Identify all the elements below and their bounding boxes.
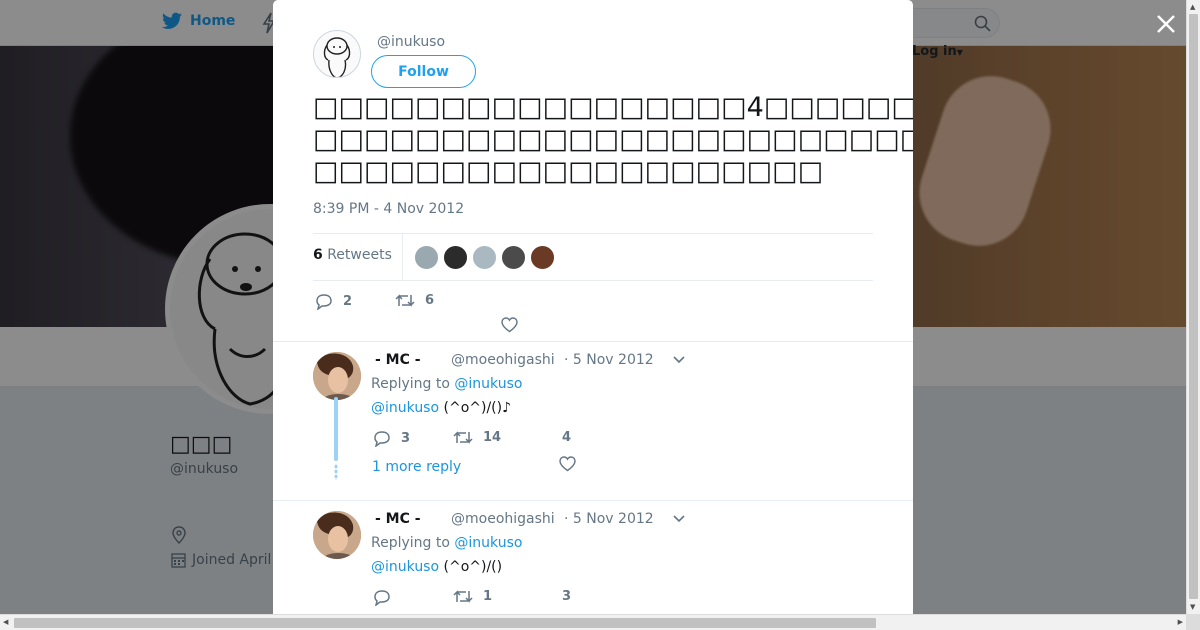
- person-photo-icon: [313, 352, 361, 400]
- replying-to-link[interactable]: @inukuso: [454, 535, 522, 551]
- reply-text: @inukuso (^o^)/()♪: [371, 400, 511, 416]
- dog-drawing-icon: [323, 37, 351, 77]
- tweet-text-line: □□□□□□□□□□□□□□□□□□□□: [313, 156, 824, 187]
- retweeter-avatar[interactable]: [472, 245, 497, 270]
- retweeter-avatar[interactable]: [414, 245, 439, 270]
- tweet-text-line: □□□□□□□□□□□□□□□□□4□□□□□□□□□□□□□□□□□□□□□□…: [313, 92, 913, 123]
- tweet-text: □□□□□□□□□□□□□□□□□4□□□□□□ □□□□□□□□□□□□□□□□…: [313, 92, 913, 188]
- retweeter-avatar[interactable]: [501, 245, 526, 270]
- vertical-scrollbar[interactable]: ▲ ▼: [1186, 0, 1200, 614]
- replying-prefix: Replying to: [371, 535, 450, 551]
- like-count: 4: [562, 430, 572, 445]
- reply-icon: [374, 590, 390, 606]
- divider: [273, 500, 913, 501]
- retweet-icon: [453, 431, 473, 444]
- reply-author-name[interactable]: - MC -: [375, 352, 421, 368]
- reply-body: (^o^)/(): [443, 559, 503, 575]
- scroll-down-arrow-icon[interactable]: ▼: [1190, 603, 1195, 611]
- follow-button[interactable]: Follow: [371, 55, 476, 88]
- thread-line: [334, 397, 338, 461]
- mention-link[interactable]: @inukuso: [371, 400, 439, 416]
- reply-text: @inukuso (^o^)/(): [371, 559, 502, 575]
- retweet-icon: [453, 590, 473, 603]
- divider: [273, 341, 913, 342]
- retweet-action[interactable]: 6: [395, 293, 434, 308]
- reply-date[interactable]: · 5 Nov 2012: [564, 511, 654, 527]
- retweet-action[interactable]: 14: [453, 430, 501, 445]
- retweet-icon: [395, 294, 415, 307]
- chevron-down-icon[interactable]: [672, 513, 686, 523]
- chevron-down-icon[interactable]: [672, 354, 686, 364]
- thread-dots: [334, 464, 338, 480]
- like-count-wrap[interactable]: 3: [562, 589, 571, 604]
- reply-icon: [374, 431, 390, 447]
- retweet-count: 1: [483, 589, 493, 604]
- retweets-label: Retweets: [327, 247, 392, 263]
- tweet-timestamp[interactable]: 8:39 PM - 4 Nov 2012: [313, 201, 464, 217]
- replying-to: Replying to @inukuso: [371, 376, 522, 392]
- reply-action[interactable]: 3: [373, 430, 410, 447]
- retweeter-avatar[interactable]: [530, 245, 555, 270]
- person-photo-icon: [313, 511, 361, 559]
- retweeter-avatars: [414, 245, 555, 270]
- reply-icon: [316, 294, 332, 310]
- like-count-wrap[interactable]: 4: [562, 430, 571, 445]
- author-avatar[interactable]: [313, 30, 361, 78]
- reply-count: 2: [343, 294, 353, 309]
- reply-avatar[interactable]: [313, 352, 361, 400]
- reply-author-handle[interactable]: @moeohigashi: [451, 511, 555, 527]
- reply-author-name[interactable]: - MC -: [375, 511, 421, 527]
- reply-count: 3: [401, 431, 411, 446]
- login-label: Log in: [912, 44, 957, 59]
- login-dropdown[interactable]: Log in▼: [912, 44, 963, 59]
- scroll-up-arrow-icon[interactable]: ▲: [1190, 3, 1195, 11]
- reply-avatar[interactable]: [313, 511, 361, 559]
- author-handle[interactable]: @inukuso: [377, 34, 445, 50]
- retweet-action[interactable]: 1: [453, 589, 492, 604]
- horizontal-scroll-thumb[interactable]: [14, 618, 876, 628]
- reply-actions: 1 3: [371, 583, 851, 614]
- like-count: 3: [562, 589, 572, 604]
- more-replies-link[interactable]: 1 more reply: [372, 459, 461, 475]
- reply-date[interactable]: · 5 Nov 2012: [564, 352, 654, 368]
- scroll-right-arrow-icon[interactable]: ▶: [1178, 618, 1183, 626]
- replying-prefix: Replying to: [371, 376, 450, 392]
- heart-icon: [501, 317, 518, 333]
- reply-action[interactable]: [373, 589, 401, 606]
- retweeter-avatar[interactable]: [443, 245, 468, 270]
- retweets-stat[interactable]: 6 Retweets: [313, 247, 392, 263]
- scroll-left-arrow-icon[interactable]: ◀: [3, 618, 8, 626]
- heart-icon[interactable]: [559, 456, 576, 472]
- stats-divider: [402, 234, 403, 281]
- vertical-scroll-thumb[interactable]: [1189, 14, 1198, 599]
- close-icon[interactable]: [1153, 11, 1179, 37]
- tweet-stats: 6 Retweets: [313, 233, 873, 281]
- reply-body: (^o^)/()♪: [443, 400, 512, 416]
- mention-link[interactable]: @inukuso: [371, 559, 439, 575]
- tweet-actions: 2 6: [313, 291, 873, 337]
- replying-to-link[interactable]: @inukuso: [454, 376, 522, 392]
- reply-action[interactable]: 2: [315, 293, 352, 310]
- tweet-text-line: □□□□□□□□□□□□□□□□□□□□□□□□□□□□□□□□□□□□□□□□…: [313, 124, 913, 155]
- tweet-modal: @inukuso Follow □□□□□□□□□□□□□□□□□4□□□□□□…: [273, 0, 913, 614]
- retweet-count: 6: [425, 293, 435, 308]
- retweet-count: 14: [483, 430, 502, 445]
- horizontal-scrollbar[interactable]: ◀ ▶: [0, 614, 1186, 630]
- replying-to: Replying to @inukuso: [371, 535, 522, 551]
- scrollbar-corner: [1186, 614, 1200, 630]
- retweet-count: 6: [313, 247, 323, 263]
- like-action[interactable]: [501, 317, 528, 333]
- reply-author-handle[interactable]: @moeohigashi: [451, 352, 555, 368]
- caret-down-icon: ▼: [956, 48, 963, 57]
